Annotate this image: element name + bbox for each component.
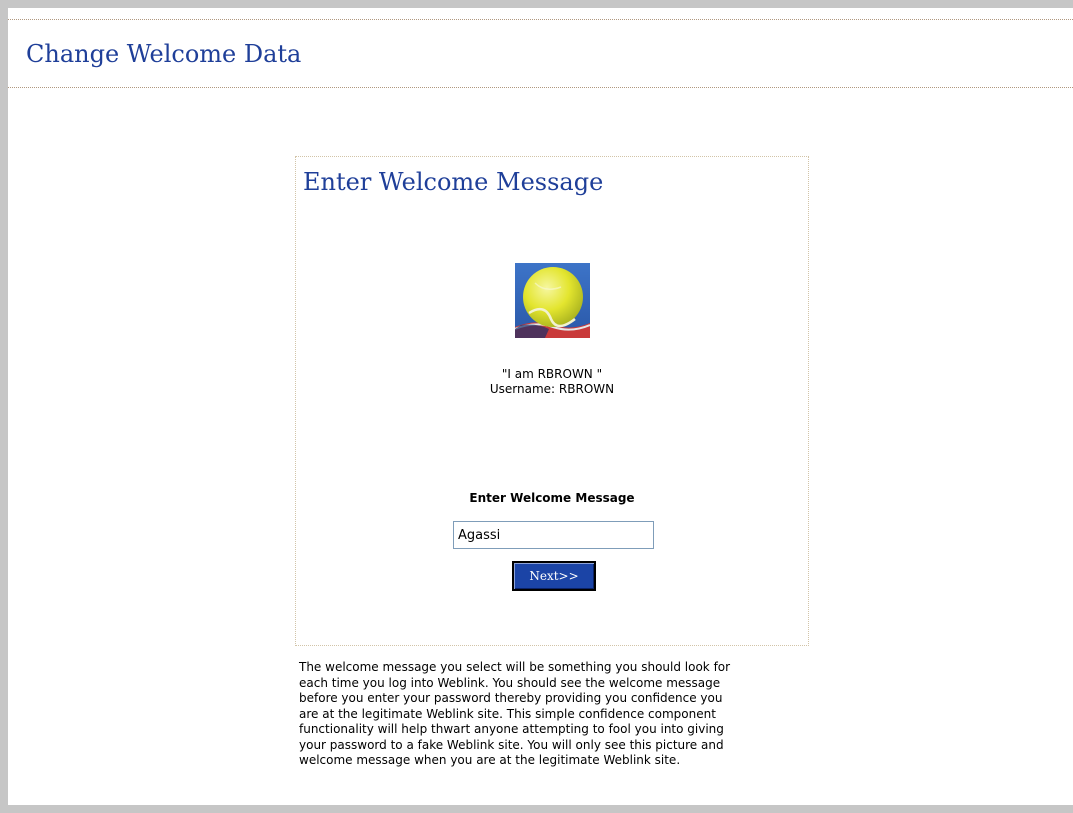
top-divider xyxy=(8,19,1073,20)
help-text-line: functionality will help thwart anyone at… xyxy=(299,722,724,736)
help-text-line: before you enter your password thereby p… xyxy=(299,691,723,705)
welcome-message-panel: Enter Welcome Message "I am RBROWN " Use… xyxy=(295,156,809,646)
page-content: Change Welcome Data Enter Welcome Messag… xyxy=(8,8,1073,805)
panel-title: Enter Welcome Message xyxy=(303,168,604,196)
username-label: Username: RBROWN xyxy=(489,382,615,396)
help-text-line: each time you log into Weblink. You shou… xyxy=(299,675,721,690)
help-text-line: are at the legitimate Weblink site. This… xyxy=(299,706,716,721)
title-divider xyxy=(8,87,1073,88)
help-text-line: your password to a fake Weblink site. Yo… xyxy=(299,737,724,752)
welcome-message-label: Enter Welcome Message xyxy=(469,491,635,505)
tennis-ball-image xyxy=(515,263,590,338)
help-text: The welcome message you select will be s… xyxy=(299,660,730,769)
welcome-message-input[interactable] xyxy=(453,521,654,549)
page-title: Change Welcome Data xyxy=(26,40,302,68)
identity-quote: "I am RBROWN " xyxy=(501,367,603,381)
help-text-line: The welcome message you select will be s… xyxy=(299,660,731,674)
help-text-line: welcome message when you are at the legi… xyxy=(299,753,681,767)
next-button[interactable]: Next>> xyxy=(512,561,596,591)
